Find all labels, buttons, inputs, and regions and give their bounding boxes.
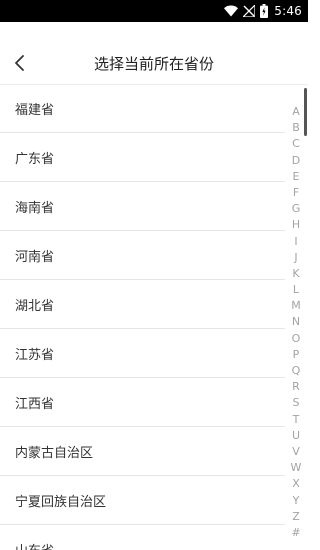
index-letter-o[interactable]: O xyxy=(292,331,301,347)
index-letter-c[interactable]: C xyxy=(292,136,300,152)
index-letter-e[interactable]: E xyxy=(293,169,300,185)
index-letter-l[interactable]: L xyxy=(293,282,299,298)
index-letter-m[interactable]: M xyxy=(291,298,301,314)
province-label: 福建省 xyxy=(15,102,55,118)
index-letter-k[interactable]: K xyxy=(292,266,299,282)
wifi-icon xyxy=(224,5,239,17)
province-label: 广东省 xyxy=(15,151,55,167)
province-label: 湖北省 xyxy=(15,298,55,314)
status-icons: 5:46 xyxy=(224,0,302,22)
province-item[interactable]: 宁夏回族自治区 xyxy=(0,476,285,525)
alphabet-index-bar[interactable]: A B C D E F G H I J K L M N O P Q R S T … xyxy=(290,104,302,541)
header: 选择当前所在省份 xyxy=(0,22,308,85)
province-label: 山东省 xyxy=(15,540,54,550)
index-letter-a[interactable]: A xyxy=(292,104,300,120)
province-label: 河南省 xyxy=(15,249,55,265)
index-letter-q[interactable]: Q xyxy=(292,363,301,379)
index-letter-g[interactable]: G xyxy=(292,201,301,217)
index-letter-w[interactable]: W xyxy=(291,460,302,476)
status-bar: 5:46 xyxy=(0,0,308,22)
province-label: 宁夏回族自治区 xyxy=(15,494,107,510)
province-label: 江西省 xyxy=(15,396,55,412)
province-label: 海南省 xyxy=(15,200,55,216)
province-item[interactable]: 广东省 xyxy=(0,133,285,182)
index-letter-i[interactable]: I xyxy=(294,234,297,250)
index-letter-hash[interactable]: # xyxy=(291,525,300,541)
index-letter-n[interactable]: N xyxy=(292,314,300,330)
index-letter-j[interactable]: J xyxy=(294,250,297,266)
province-item[interactable]: 福建省 xyxy=(0,84,285,133)
province-item[interactable]: 山东省 xyxy=(0,525,285,550)
province-item[interactable]: 江西省 xyxy=(0,378,285,427)
province-item[interactable]: 江苏省 xyxy=(0,329,285,378)
index-letter-u[interactable]: U xyxy=(292,428,300,444)
battery-icon xyxy=(260,4,269,18)
province-item[interactable]: 湖北省 xyxy=(0,280,285,329)
page-title: 选择当前所在省份 xyxy=(93,55,214,73)
index-letter-s[interactable]: S xyxy=(293,395,300,411)
index-letter-y[interactable]: Y xyxy=(293,493,300,509)
province-list[interactable]: 福建省 广东省 海南省 河南省 湖北省 江苏省 江西省 内蒙古自治区 宁夏回族自… xyxy=(0,84,285,550)
index-letter-h[interactable]: H xyxy=(292,217,300,233)
province-label: 江苏省 xyxy=(15,347,55,363)
province-item[interactable]: 海南省 xyxy=(0,182,285,231)
province-item[interactable]: 河南省 xyxy=(0,231,285,280)
index-letter-f[interactable]: F xyxy=(293,185,299,201)
status-time: 5:46 xyxy=(274,4,302,18)
province-item[interactable]: 内蒙古自治区 xyxy=(0,427,285,476)
index-letter-z[interactable]: Z xyxy=(292,509,300,525)
province-label: 内蒙古自治区 xyxy=(15,445,94,461)
no-signal-icon xyxy=(243,5,256,17)
index-letter-b[interactable]: B xyxy=(292,120,300,136)
index-letter-x[interactable]: X xyxy=(292,476,300,492)
index-letter-p[interactable]: P xyxy=(293,347,300,363)
index-letter-v[interactable]: V xyxy=(292,444,300,460)
index-letter-r[interactable]: R xyxy=(292,379,300,395)
index-letter-d[interactable]: D xyxy=(292,153,300,169)
index-letter-t[interactable]: T xyxy=(293,412,300,428)
scrollbar-thumb[interactable] xyxy=(304,88,307,136)
